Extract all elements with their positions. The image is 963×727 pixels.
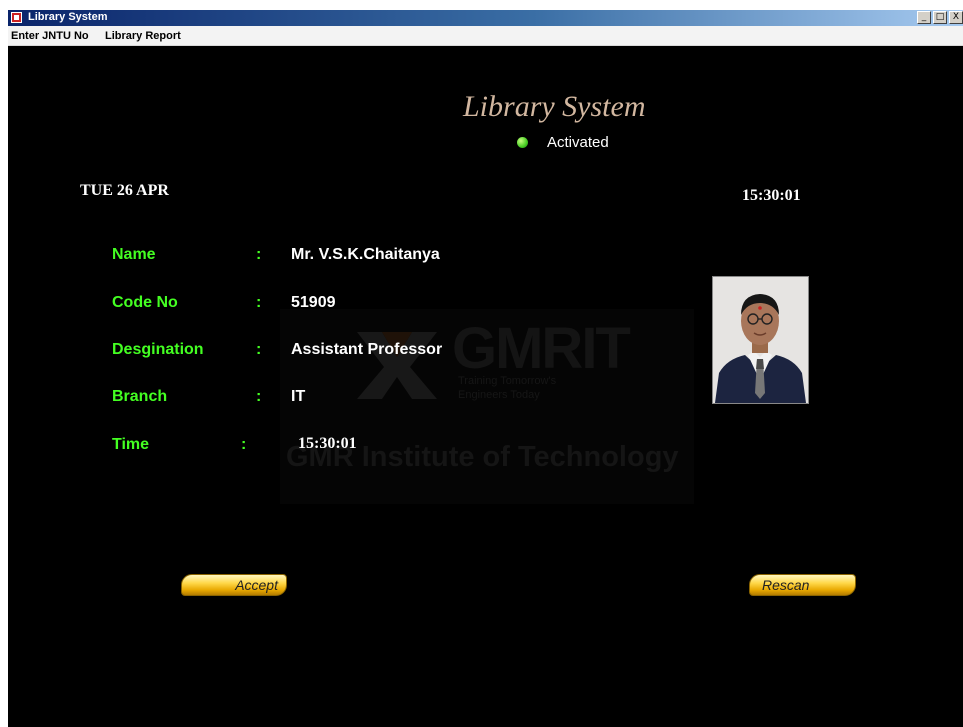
app-title: Library System: [463, 90, 646, 123]
menu-bar: Enter JNTU No Library Report: [8, 26, 963, 46]
window-controls: _ □ X: [917, 11, 963, 24]
window-title: Library System: [28, 11, 108, 23]
person-photo-icon: [713, 277, 808, 403]
code-no-label: Code No: [112, 294, 178, 311]
code-no-value: 51909: [291, 294, 336, 311]
watermark-logo: GMRIT Training Tomorrow's Engineers Toda…: [280, 309, 694, 504]
time-value: 15:30:01: [298, 435, 357, 452]
date-label: TUE 26 APR: [80, 182, 169, 199]
designation-value: Assistant Professor: [291, 341, 443, 358]
time-label: Time: [112, 436, 150, 453]
name-separator: :: [256, 246, 262, 263]
accept-button[interactable]: Accept: [181, 574, 287, 596]
menu-enter-jntu-no[interactable]: Enter JNTU No: [11, 30, 89, 42]
main-panel: GMRIT Training Tomorrow's Engineers Toda…: [8, 46, 963, 727]
time-separator: :: [241, 436, 247, 453]
profile-photo: [712, 276, 809, 404]
branch-label: Branch: [112, 388, 168, 405]
code-no-separator: :: [256, 294, 262, 311]
window-frame: [0, 0, 8, 727]
menu-library-report[interactable]: Library Report: [105, 30, 181, 42]
name-label: Name: [112, 246, 156, 263]
minimize-button[interactable]: _: [917, 11, 931, 24]
designation-label: Desgination: [112, 341, 204, 358]
rescan-button[interactable]: Rescan: [749, 574, 856, 596]
branch-separator: :: [256, 388, 262, 405]
watermark-tagline-2: Engineers Today: [458, 389, 540, 401]
status-label: Activated: [547, 134, 609, 151]
name-value: Mr. V.S.K.Chaitanya: [291, 246, 440, 263]
gmrit-emblem-icon: [357, 332, 437, 399]
designation-separator: :: [256, 341, 262, 358]
branch-value: IT: [291, 388, 306, 405]
maximize-button[interactable]: □: [933, 11, 947, 24]
clock-label: 15:30:01: [742, 187, 801, 204]
watermark-tagline-1: Training Tomorrow's: [458, 375, 557, 387]
status-indicator-icon: [517, 137, 528, 148]
close-button[interactable]: X: [949, 11, 963, 24]
app-icon[interactable]: [11, 12, 22, 23]
title-bar[interactable]: Library System _ □ X: [8, 10, 963, 26]
watermark-brand: GMRIT: [452, 316, 631, 381]
